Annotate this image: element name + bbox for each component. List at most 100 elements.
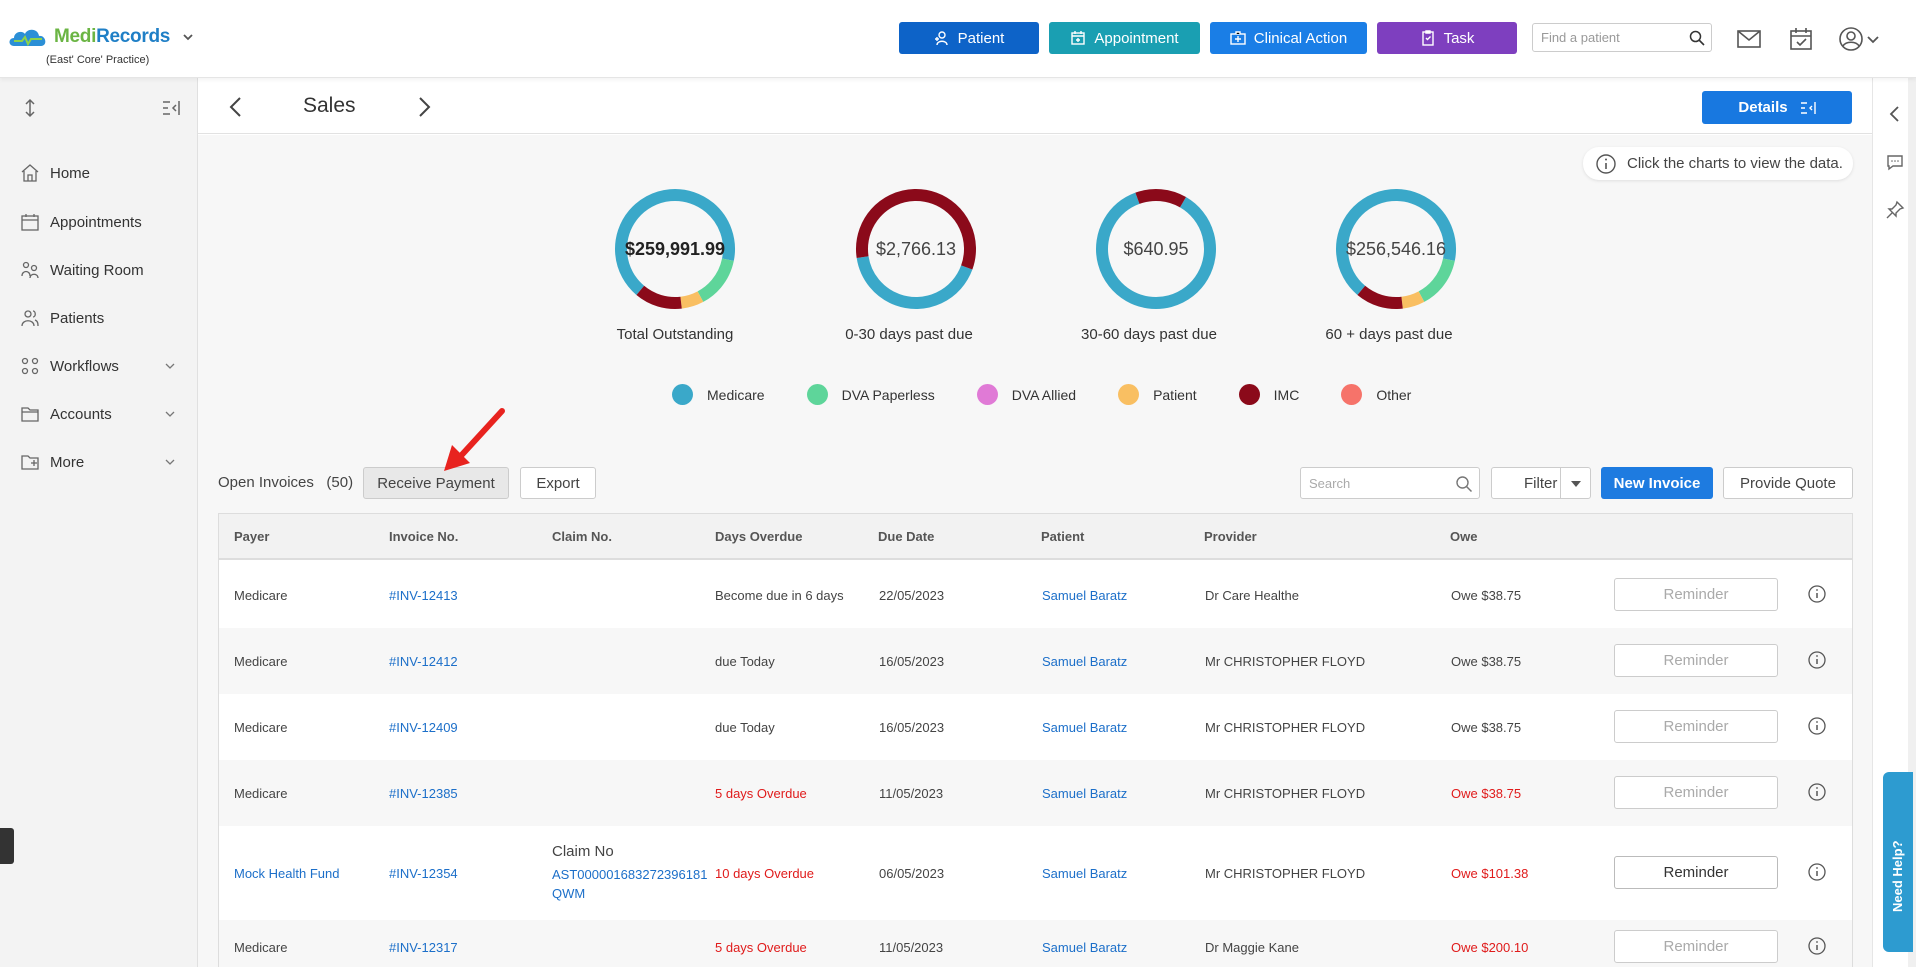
new-patient-button[interactable]: Patient xyxy=(899,22,1039,54)
invoice-link[interactable]: #INV-12385 xyxy=(389,786,458,801)
payer-cell: Medicare xyxy=(234,588,288,603)
sidebar-item-workflows[interactable]: Workflows xyxy=(0,346,198,386)
provider-cell: Mr CHRISTOPHER FLOYD xyxy=(1205,866,1366,881)
open-invoices-count: (50) xyxy=(326,474,354,491)
payer-link[interactable]: Mock Health Fund xyxy=(234,866,340,881)
calendar-check-icon[interactable] xyxy=(1788,26,1814,52)
page-header: Sales Details xyxy=(198,78,1872,134)
reminder-button[interactable]: Reminder xyxy=(1614,856,1778,889)
sidebar-item-home[interactable]: Home xyxy=(0,153,198,193)
column-header-days-overdue[interactable]: Days Overdue xyxy=(715,529,802,544)
details-button[interactable]: Details xyxy=(1702,91,1852,124)
chevron-down-icon[interactable] xyxy=(182,31,194,43)
side-help-tab[interactable] xyxy=(0,828,14,864)
info-icon[interactable] xyxy=(1807,716,1827,736)
provide-quote-button[interactable]: Provide Quote xyxy=(1723,467,1853,499)
claim-number-link-cont[interactable]: QWM xyxy=(552,886,585,901)
expand-vertical-icon[interactable] xyxy=(20,98,40,118)
info-icon[interactable] xyxy=(1807,650,1827,670)
clipboard-icon xyxy=(1421,30,1434,46)
clinical-action-button[interactable]: Clinical Action xyxy=(1210,22,1367,54)
user-account-icon[interactable] xyxy=(1838,26,1864,52)
new-invoice-button[interactable]: New Invoice xyxy=(1601,467,1713,499)
table-row[interactable]: Medicare #INV-12385 5 days Overdue 11/05… xyxy=(219,760,1852,826)
reminder-button[interactable]: Reminder xyxy=(1614,578,1778,611)
search-icon[interactable] xyxy=(1455,475,1473,493)
new-appointment-button[interactable]: Appointment xyxy=(1049,22,1200,54)
reminder-button[interactable]: Reminder xyxy=(1614,710,1778,743)
invoice-search-input[interactable]: Search xyxy=(1300,467,1480,499)
collapse-sidebar-icon[interactable] xyxy=(161,98,181,118)
need-help-tab[interactable]: Need Help? xyxy=(1883,772,1913,952)
invoice-link[interactable]: #INV-12413 xyxy=(389,588,458,603)
legend-item-imc[interactable]: IMC xyxy=(1238,384,1299,405)
mail-icon[interactable] xyxy=(1736,26,1762,52)
sidebar-item-patients[interactable]: Patients xyxy=(0,298,198,338)
legend-item-patient[interactable]: Patient xyxy=(1118,384,1197,405)
legend-item-other[interactable]: Other xyxy=(1341,384,1411,405)
legend-item-medicare[interactable]: Medicare xyxy=(672,384,765,405)
chevron-down-icon xyxy=(165,459,175,465)
new-task-button[interactable]: Task xyxy=(1377,22,1517,54)
donut-label: Total Outstanding xyxy=(616,326,734,343)
export-button[interactable]: Export xyxy=(520,467,596,499)
donut-value: $640.95 xyxy=(1123,239,1189,259)
due-date-cell: 16/05/2023 xyxy=(879,654,945,669)
column-header-owe[interactable]: Owe xyxy=(1450,529,1477,544)
sidebar-item-more[interactable]: More xyxy=(0,442,198,482)
column-header-invoice[interactable]: Invoice No. xyxy=(389,529,458,544)
table-row[interactable]: Medicare #INV-12412 due Today 16/05/2023… xyxy=(219,628,1852,694)
invoice-link[interactable]: #INV-12412 xyxy=(389,654,458,669)
column-header-due-date[interactable]: Due Date xyxy=(878,529,934,544)
reminder-button[interactable]: Reminder xyxy=(1614,644,1778,677)
legend-item-dva-allied[interactable]: DVA Allied xyxy=(976,384,1076,405)
sidebar-item-accounts[interactable]: Accounts xyxy=(0,394,198,434)
table-row[interactable]: Medicare #INV-12413 Become due in 6 days… xyxy=(219,562,1852,628)
invoice-link[interactable]: #INV-12409 xyxy=(389,720,458,735)
sidebar-item-appointments[interactable]: Appointments xyxy=(0,202,198,242)
legend-dot xyxy=(1238,384,1260,405)
patient-link[interactable]: Samuel Baratz xyxy=(1042,588,1127,603)
search-icon[interactable] xyxy=(1689,30,1705,46)
info-icon[interactable] xyxy=(1807,782,1827,802)
table-row[interactable]: Medicare #INV-12317 5 days Overdue 11/05… xyxy=(219,920,1852,967)
patient-link[interactable]: Samuel Baratz xyxy=(1042,866,1127,881)
reminder-label: Reminder xyxy=(1663,586,1729,603)
receive-payment-label: Receive Payment xyxy=(377,474,495,492)
info-icon[interactable] xyxy=(1807,936,1827,956)
reminder-button[interactable]: Reminder xyxy=(1614,776,1778,809)
chevron-left-icon[interactable] xyxy=(1885,104,1905,124)
info-icon[interactable] xyxy=(1807,862,1827,882)
patient-link[interactable]: Samuel Baratz xyxy=(1042,786,1127,801)
patient-link[interactable]: Samuel Baratz xyxy=(1042,940,1127,955)
invoice-link[interactable]: #INV-12317 xyxy=(389,940,458,955)
legend-item-dva-paperless[interactable]: DVA Paperless xyxy=(806,384,935,405)
info-icon[interactable] xyxy=(1807,584,1827,604)
chevron-left-icon[interactable] xyxy=(226,96,248,118)
table-row[interactable]: Medicare #INV-12409 due Today 16/05/2023… xyxy=(219,694,1852,760)
column-header-payer[interactable]: Payer xyxy=(234,529,269,544)
claim-number-link[interactable]: AST000001683272396181 xyxy=(552,867,707,882)
reminder-button[interactable]: Reminder xyxy=(1614,930,1778,963)
owe-cell: Owe $38.75 xyxy=(1451,588,1522,603)
pin-icon[interactable] xyxy=(1885,200,1905,220)
chevron-right-icon[interactable] xyxy=(412,96,434,118)
table-row[interactable]: Mock Health Fund #INV-12354 Claim No AST… xyxy=(219,826,1852,920)
patient-link[interactable]: Samuel Baratz xyxy=(1042,654,1127,669)
patient-link[interactable]: Samuel Baratz xyxy=(1042,720,1127,735)
column-header-provider[interactable]: Provider xyxy=(1204,529,1257,544)
filter-button[interactable]: Filter xyxy=(1491,467,1591,499)
column-header-claim[interactable]: Claim No. xyxy=(552,529,612,544)
sidebar-item-waiting-room[interactable]: Waiting Room xyxy=(0,250,198,290)
annotation-arrow xyxy=(444,408,505,471)
due-date-cell: 11/05/2023 xyxy=(879,940,944,955)
column-header-patient[interactable]: Patient xyxy=(1041,529,1084,544)
logo[interactable]: MediRecords xyxy=(8,26,194,48)
chat-icon[interactable] xyxy=(1885,152,1905,172)
find-patient-input[interactable]: Find a patient xyxy=(1532,23,1712,52)
days-overdue-cell: due Today xyxy=(715,720,775,735)
donut-value: $259,991.99 xyxy=(624,239,726,259)
filter-chevron-down-icon[interactable] xyxy=(1570,478,1582,490)
invoice-link[interactable]: #INV-12354 xyxy=(389,866,458,881)
account-chevron-down-icon[interactable] xyxy=(1866,26,1880,52)
